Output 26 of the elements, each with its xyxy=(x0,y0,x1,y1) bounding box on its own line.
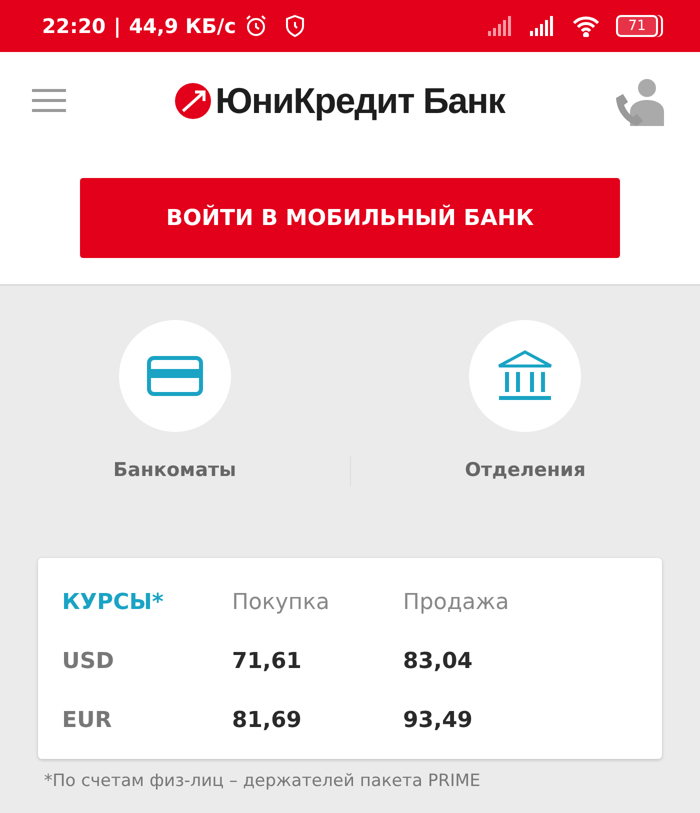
bank-building-icon xyxy=(497,350,554,402)
rates-title: КУРСЫ* xyxy=(62,589,165,617)
sell-rate: 83,04 xyxy=(403,648,474,676)
login-button[interactable]: ВОЙТИ В МОБИЛЬНЫЙ БАНК xyxy=(80,178,620,258)
menu-icon[interactable] xyxy=(32,89,66,113)
currency-code: USD xyxy=(62,648,115,676)
logo-icon xyxy=(175,83,212,119)
wifi-icon xyxy=(572,15,600,37)
signal-icon xyxy=(530,16,556,36)
network-speed: 44,9 КБ/с xyxy=(128,13,236,40)
currency-code: EUR xyxy=(62,707,113,735)
column-header: Продажа xyxy=(403,589,510,617)
signal-icon xyxy=(488,16,514,36)
logo-text: ЮниКредит Банк xyxy=(215,79,505,123)
alarm-clock-icon xyxy=(244,14,268,38)
buy-rate: 71,61 xyxy=(232,648,303,676)
shortcut-label: Отделения xyxy=(464,458,586,483)
shield-icon xyxy=(284,14,306,38)
separator-text: | xyxy=(114,13,121,40)
clock-time: 22:20 xyxy=(42,13,106,40)
credit-card-icon xyxy=(146,356,203,396)
sell-rate: 93,49 xyxy=(403,707,474,735)
footnote-text: *По счетам физ-лиц – держателей пакета PRIME xyxy=(44,770,482,793)
column-header: Покупка xyxy=(232,589,330,617)
buy-rate: 81,69 xyxy=(232,707,303,735)
shortcut-label: Банкоматы xyxy=(113,458,236,483)
